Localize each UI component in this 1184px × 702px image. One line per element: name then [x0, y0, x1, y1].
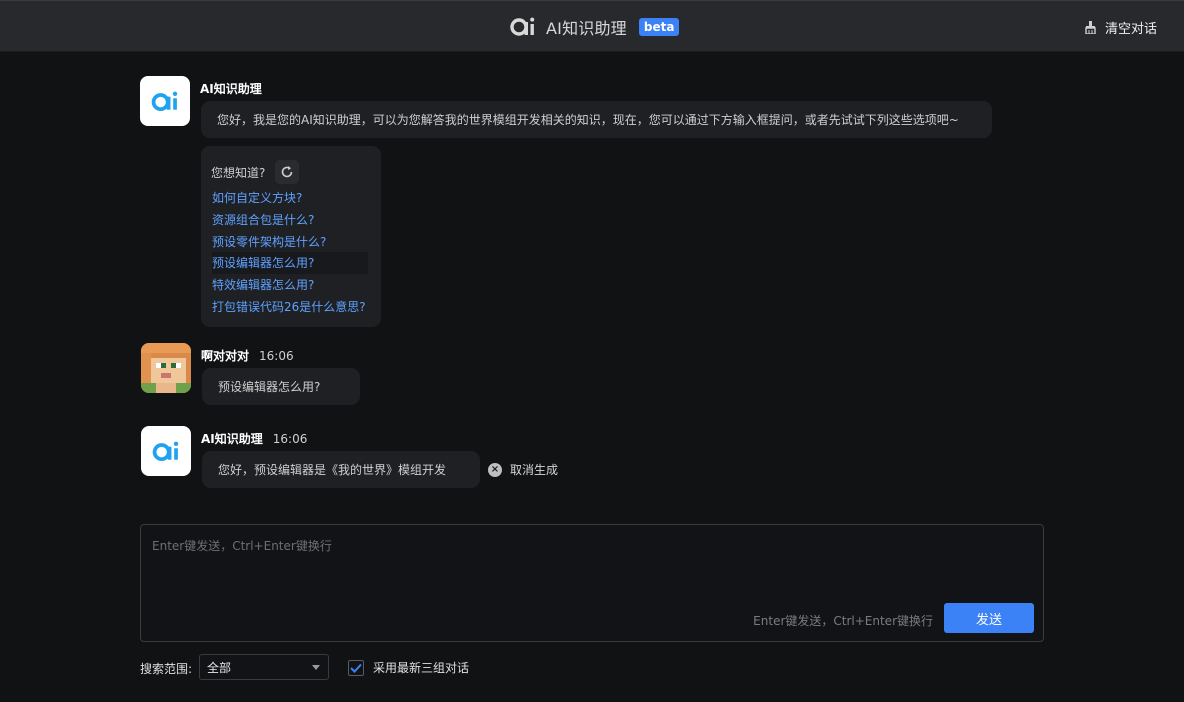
clear-conversation-button[interactable]: 清空对话: [1085, 18, 1157, 37]
message-bubble: 预设编辑器怎么用?: [202, 368, 360, 405]
sender-name: AI知识助理: [200, 82, 262, 96]
refresh-suggestions-button[interactable]: [275, 160, 300, 184]
beta-badge: beta: [638, 18, 680, 36]
checkmark-icon: [350, 663, 362, 673]
message-bubble: 您好，我是您的AI知识助理，可以为您解答我的世界模组开发相关的知识，现在，您可以…: [201, 101, 992, 138]
message-sender-line: AI知识助理: [200, 80, 262, 97]
user-avatar: [141, 343, 191, 393]
send-button[interactable]: 发送: [944, 603, 1034, 633]
suggestion-panel: 您想知道? 如何自定义方块? 资源组合包是什么? 预设零件架构是什么? 预设编辑…: [201, 146, 381, 327]
suggestion-item[interactable]: 如何自定义方块?: [212, 187, 368, 209]
cancel-generation-label: 取消生成: [510, 463, 559, 477]
ai-logo-icon: [510, 17, 535, 36]
message-text: 您好，预设编辑器是《我的世界》模组开发: [218, 463, 447, 477]
clear-conversation-label: 清空对话: [1104, 22, 1157, 37]
app-title: AI知识助理: [546, 19, 627, 38]
suggestion-item[interactable]: 打包错误代码26是什么意思?: [212, 296, 368, 318]
message-bubble: 您好，预设编辑器是《我的世界》模组开发: [202, 451, 480, 488]
message-sender-line: AI知识助理 16:06: [201, 430, 307, 447]
suggestion-header: 您想知道?: [211, 160, 300, 184]
message-time: 16:06: [259, 348, 294, 363]
shortcut-hint: Enter键发送，Ctrl+Enter键换行: [753, 614, 933, 628]
message-sender-line: 啊对对对 16:06: [201, 347, 294, 364]
refresh-icon: [282, 166, 293, 178]
message-text: 您好，我是您的AI知识助理，可以为您解答我的世界模组开发相关的知识，现在，您可以…: [217, 113, 959, 127]
ai-logo-icon: [152, 441, 179, 462]
message-time: 16:06: [272, 431, 308, 446]
suggestion-item[interactable]: 预设零件架构是什么?: [212, 231, 368, 253]
search-scope-select[interactable]: 全部: [199, 654, 329, 680]
recent-conversations-checkbox[interactable]: 采用最新三组对话: [348, 659, 469, 676]
recent-conversations-label: 采用最新三组对话: [373, 661, 470, 675]
sender-name: 啊对对对: [201, 349, 250, 363]
close-icon: ×: [488, 462, 502, 477]
ai-avatar: [141, 426, 191, 476]
suggestion-item[interactable]: 预设编辑器怎么用?: [212, 252, 368, 275]
cancel-generation-button[interactable]: × 取消生成: [488, 461, 558, 478]
app-header: AI知识助理 beta 清空对话: [0, 0, 1184, 52]
message-composer: Enter键发送，Ctrl+Enter键换行 发送: [140, 524, 1044, 642]
suggestion-list: 如何自定义方块? 资源组合包是什么? 预设零件架构是什么? 预设编辑器怎么用? …: [212, 187, 368, 318]
suggestion-heading: 您想知道?: [211, 165, 266, 180]
suggestion-item[interactable]: 资源组合包是什么?: [212, 209, 368, 231]
search-scope-value: 全部: [207, 660, 232, 675]
chevron-down-icon: [312, 665, 320, 670]
search-scope-label: 搜索范围:: [140, 662, 193, 676]
user-avatar-icon: [141, 343, 191, 393]
message-input[interactable]: [141, 525, 1043, 595]
brand: AI知识助理 beta: [510, 15, 680, 39]
sender-name: AI知识助理: [201, 432, 263, 446]
message-text: 预设编辑器怎么用?: [218, 380, 321, 394]
ai-logo-icon: [151, 91, 178, 112]
checkbox[interactable]: [348, 659, 364, 676]
suggestion-item[interactable]: 特效编辑器怎么用?: [212, 274, 368, 296]
ai-avatar: [140, 76, 190, 126]
broom-icon: [1085, 21, 1096, 34]
